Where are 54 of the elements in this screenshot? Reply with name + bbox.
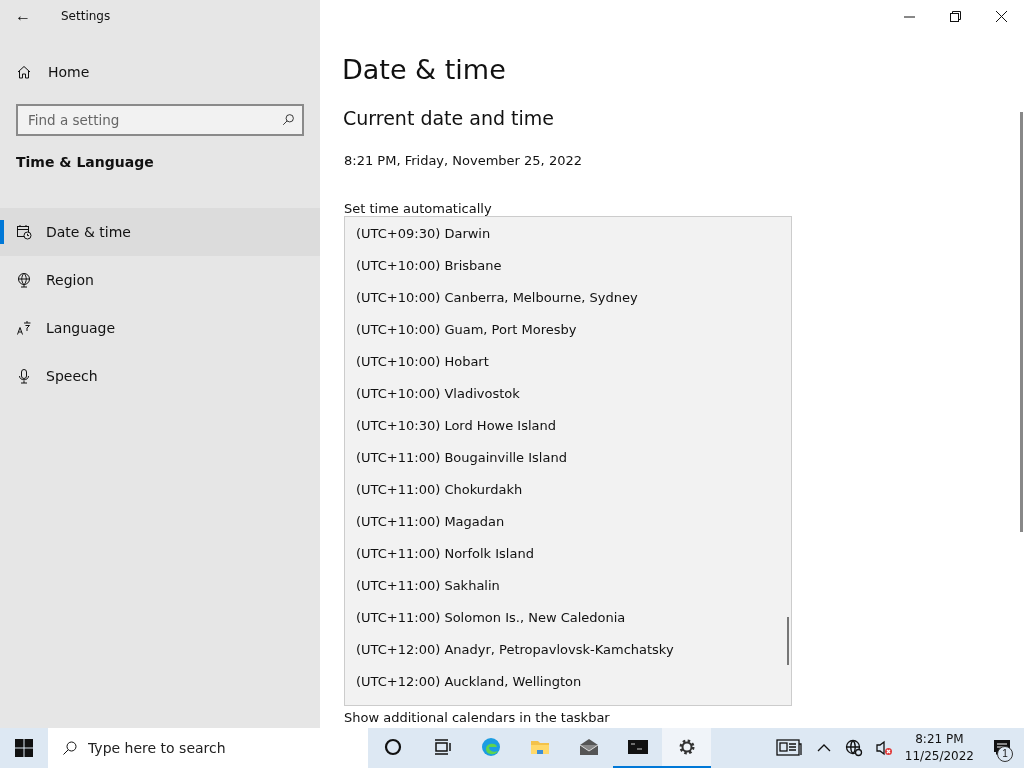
clock-time: 8:21 PM	[915, 731, 964, 748]
setting-label: Set time automatically	[344, 201, 493, 216]
back-button[interactable]: ←	[0, 0, 46, 32]
microphone-icon	[16, 368, 32, 384]
taskbar-button[interactable]	[662, 728, 711, 768]
list-item[interactable]: (UTC+10:00) Hobart	[345, 345, 791, 377]
clock-date: 11/25/2022	[904, 748, 974, 765]
dropdown-list[interactable]	[344, 216, 792, 706]
search-icon	[62, 740, 78, 756]
speaker-muted-icon	[874, 739, 893, 757]
home-link[interactable]: Home	[48, 64, 90, 80]
list-item[interactable]: (UTC+10:00) Vladivostok	[345, 377, 791, 409]
list-item[interactable]: (UTC+12:00) Anadyr, Petropavlovsk-Kamchatsky	[345, 633, 791, 665]
globe-icon	[844, 739, 863, 757]
nav-item[interactable]: Region	[0, 256, 320, 304]
list-item[interactable]: (UTC+11:00) Magadan	[345, 505, 791, 537]
nav-item[interactable]: Speech	[0, 352, 320, 400]
list-item[interactable]: (UTC+11:00) Norfolk Island	[345, 537, 791, 569]
browser-icon	[479, 736, 502, 758]
current-date-time: 8:21 PM, Friday, November 25, 2022	[344, 153, 583, 168]
envelope-icon	[577, 736, 600, 758]
section-heading: Time & Language	[16, 154, 155, 170]
search-icon	[282, 113, 295, 126]
setting-label: Show additional calendars in the taskbar	[344, 710, 611, 725]
windows-logo-icon	[15, 739, 33, 757]
list-item[interactable]: (UTC+11:00) Bougainville Island	[345, 441, 791, 473]
nav-item[interactable]: Date & time	[0, 208, 320, 256]
list-item[interactable]: (UTC+10:00) Guam, Port Moresby	[345, 313, 791, 345]
list-item[interactable]: (UTC+10:00) Brisbane	[345, 249, 791, 281]
globe-icon	[16, 272, 32, 288]
home-icon	[16, 64, 32, 80]
clock[interactable]: 8:21 PM 11/25/2022	[898, 731, 980, 765]
list-item[interactable]: (UTC+12:00) Auckland, Wellington	[345, 665, 791, 697]
window-title: Settings	[61, 9, 111, 23]
nav-item[interactable]: Language	[0, 304, 320, 352]
list-item[interactable]: (UTC+11:00) Solomon Is., New Caledonia	[345, 601, 791, 633]
restore-icon	[949, 10, 961, 22]
list-item[interactable]: (UTC+09:30) Darwin	[345, 217, 791, 249]
page-title: Date & time	[342, 54, 507, 85]
scrollbar[interactable]	[1020, 112, 1023, 532]
list-item[interactable]: (UTC+10:30) Lord Howe Island	[345, 409, 791, 441]
calendar-clock-icon	[16, 224, 32, 240]
newspaper-icon	[775, 739, 802, 757]
notification-button[interactable]: 1	[980, 728, 1024, 768]
search-field[interactable]: Find a setting	[16, 104, 304, 136]
list-item[interactable]: (UTC+10:00) Canberra, Melbourne, Sydney	[345, 281, 791, 313]
section-heading: Current date and time	[343, 107, 555, 129]
scrollbar[interactable]	[787, 617, 789, 665]
language-icon	[16, 320, 32, 336]
list-item[interactable]: (UTC+11:00) Chokurdakh	[345, 473, 791, 505]
taskbar-search-field[interactable]: Type here to search	[48, 728, 368, 768]
list-item[interactable]: (UTC+11:00) Sakhalin	[345, 569, 791, 601]
close-icon	[995, 10, 1007, 22]
notification-count: 1	[997, 746, 1013, 762]
